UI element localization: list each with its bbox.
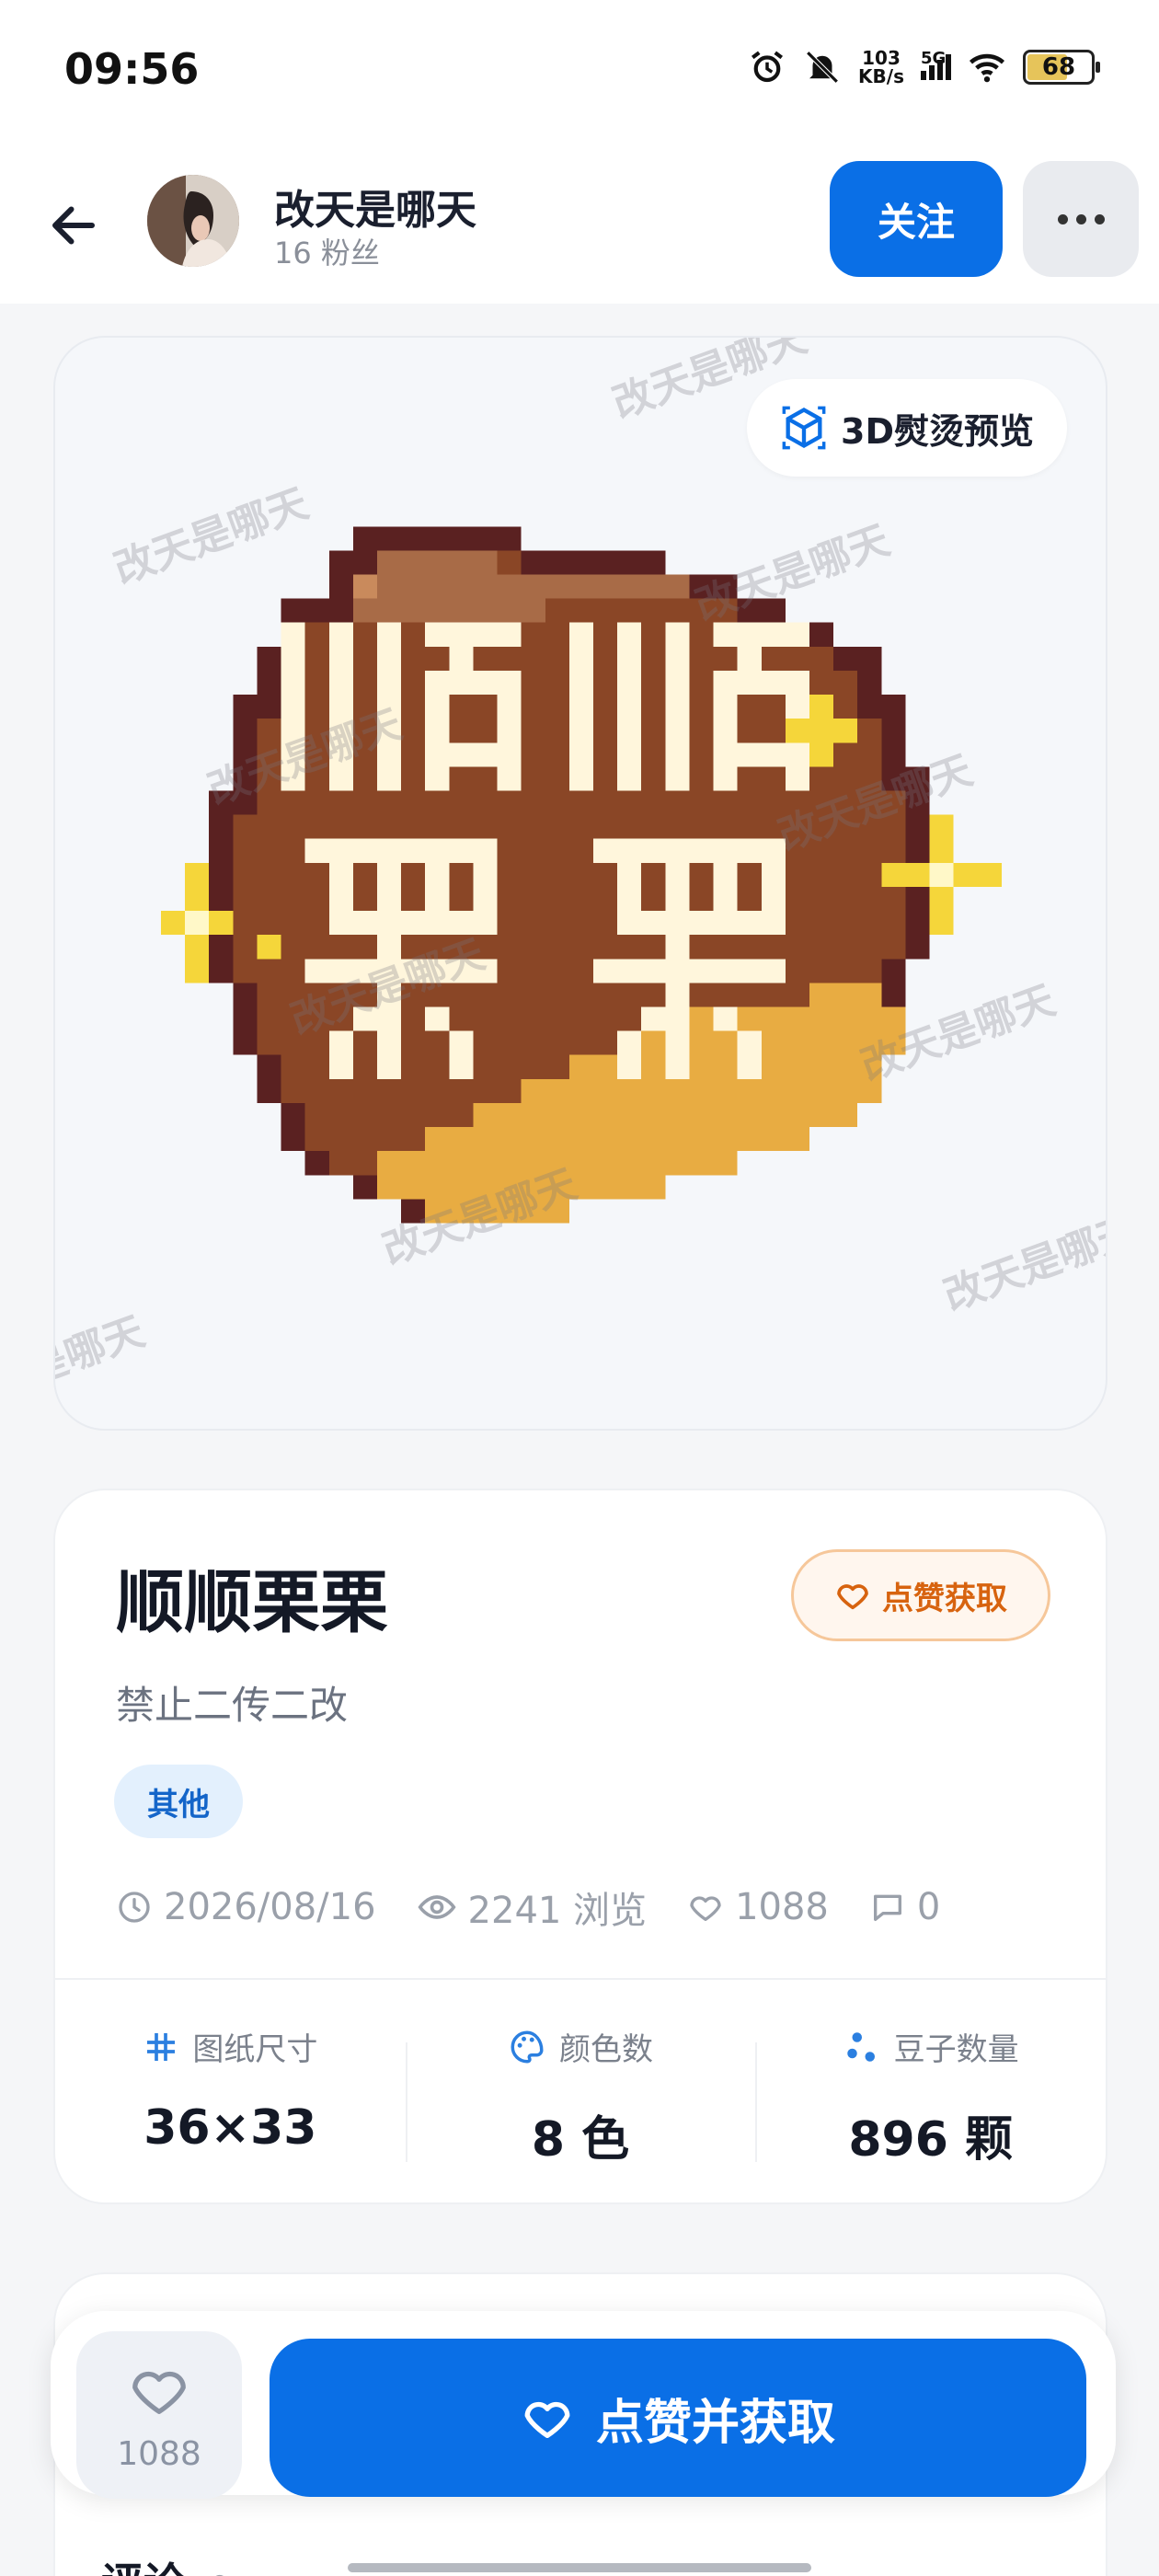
follow-button[interactable]: 关注 — [830, 161, 1003, 277]
alarm-icon — [752, 51, 784, 83]
category-tag[interactable]: 其他 — [114, 1765, 243, 1838]
likes-text: 1088 — [735, 1886, 829, 1928]
stat-colors: 颜色数 8 色 — [405, 2024, 756, 2168]
stat-size: 图纸尺寸 36×33 — [55, 2024, 406, 2162]
comment-icon — [873, 1894, 901, 1921]
more-dot — [1075, 213, 1086, 224]
comments-count: 0 — [210, 2570, 230, 2576]
eye-icon — [418, 1895, 456, 1919]
beads-icon — [846, 2031, 875, 2062]
signal-icon: 5G — [921, 49, 951, 80]
arrow-left-icon — [52, 206, 95, 245]
status-icons: 103 KB/s 5G 68 — [748, 47, 1100, 87]
like-to-get-label: 点赞获取 — [882, 1580, 1007, 1617]
more-dots-icon — [1057, 213, 1068, 224]
stat-beads-value: 896 颗 — [848, 2112, 1013, 2168]
heart-icon — [690, 1896, 721, 1921]
more-dot — [1094, 213, 1105, 224]
pattern-info-card: 顺顺栗栗 点赞获取 禁止二传二改 其他 2026/08/16 2241 浏览 1… — [53, 1489, 1107, 2204]
stat-colors-label: 颜色数 — [559, 2031, 653, 2068]
stat-size-label: 图纸尺寸 — [192, 2031, 318, 2068]
watermark: 改天是哪天 — [53, 1307, 151, 1421]
pattern-title: 顺顺栗栗 — [116, 1563, 388, 1642]
home-indicator[interactable] — [348, 2563, 811, 2572]
heart-icon — [524, 2401, 570, 2438]
status-bar: 09:56 103 KB/s 5G 68 — [0, 0, 1159, 138]
preview-3d-label: 3D熨烫预览 — [841, 410, 1034, 452]
publish-date: 2026/08/16 — [116, 1886, 376, 1928]
heart-icon — [132, 2371, 186, 2414]
view-count: 2241 浏览 — [417, 1880, 648, 1934]
date-text: 2026/08/16 — [164, 1886, 376, 1928]
cube-icon — [782, 406, 826, 450]
mute-bell-icon — [806, 51, 839, 84]
clock-icon — [119, 1892, 150, 1923]
like-to-get-button[interactable]: 点赞获取 — [791, 1549, 1050, 1641]
avatar[interactable] — [147, 175, 239, 267]
views-text: 2241 浏览 — [467, 1890, 648, 1932]
stat-beads-label: 豆子数量 — [893, 2031, 1019, 2068]
like-count-label: 1088 — [117, 2434, 201, 2473]
heart-icon — [837, 1584, 868, 1610]
fans-count: 16 粉丝 — [274, 236, 380, 270]
more-button[interactable] — [1023, 161, 1139, 277]
stat-colors-value: 8 色 — [531, 2112, 630, 2168]
status-time: 09:56 — [64, 44, 200, 94]
grid-icon — [147, 2032, 176, 2061]
like-and-get-label: 点赞并获取 — [595, 2395, 835, 2451]
like-button[interactable]: 1088 — [76, 2331, 242, 2499]
header: 改天是哪天 16 粉丝 关注 — [0, 138, 1159, 304]
user-name[interactable]: 改天是哪天 — [274, 177, 476, 236]
like-and-get-button[interactable]: 点赞并获取 — [270, 2339, 1086, 2497]
battery-icon: 68 — [1023, 50, 1100, 85]
pattern-description: 禁止二传二改 — [116, 1683, 349, 1728]
wifi-icon — [969, 53, 1005, 83]
divider — [55, 1978, 1106, 1980]
stat-size-value: 36×33 — [143, 2100, 317, 2156]
comment-count: 0 — [869, 1886, 940, 1928]
pixel-art-image — [161, 526, 1002, 1224]
back-button[interactable] — [37, 189, 110, 262]
palette-icon — [511, 2030, 544, 2064]
stats-row: 图纸尺寸 36×33 颜色数 8 色 豆子数量 896 颗 — [55, 2024, 1106, 2168]
pattern-preview[interactable]: 3D熨烫预览 改天是哪天 改天是哪天 改天是哪天 改天是哪天 改天是哪天 改天是… — [53, 336, 1107, 1431]
comments-title: 评论 0 — [101, 2550, 230, 2576]
meta-row: 2026/08/16 2241 浏览 1088 0 — [116, 1880, 940, 1934]
bottom-action-bar: 1088 点赞并获取 — [51, 2311, 1116, 2499]
stat-beads: 豆子数量 896 颗 — [755, 2024, 1106, 2168]
like-count: 1088 — [687, 1886, 829, 1928]
comments-text: 0 — [916, 1886, 941, 1928]
network-speed: 103 KB/s — [858, 47, 904, 87]
avatar-image — [147, 175, 239, 267]
comments-title-text: 评论 — [101, 2559, 186, 2576]
preview-3d-button[interactable]: 3D熨烫预览 — [747, 379, 1067, 477]
